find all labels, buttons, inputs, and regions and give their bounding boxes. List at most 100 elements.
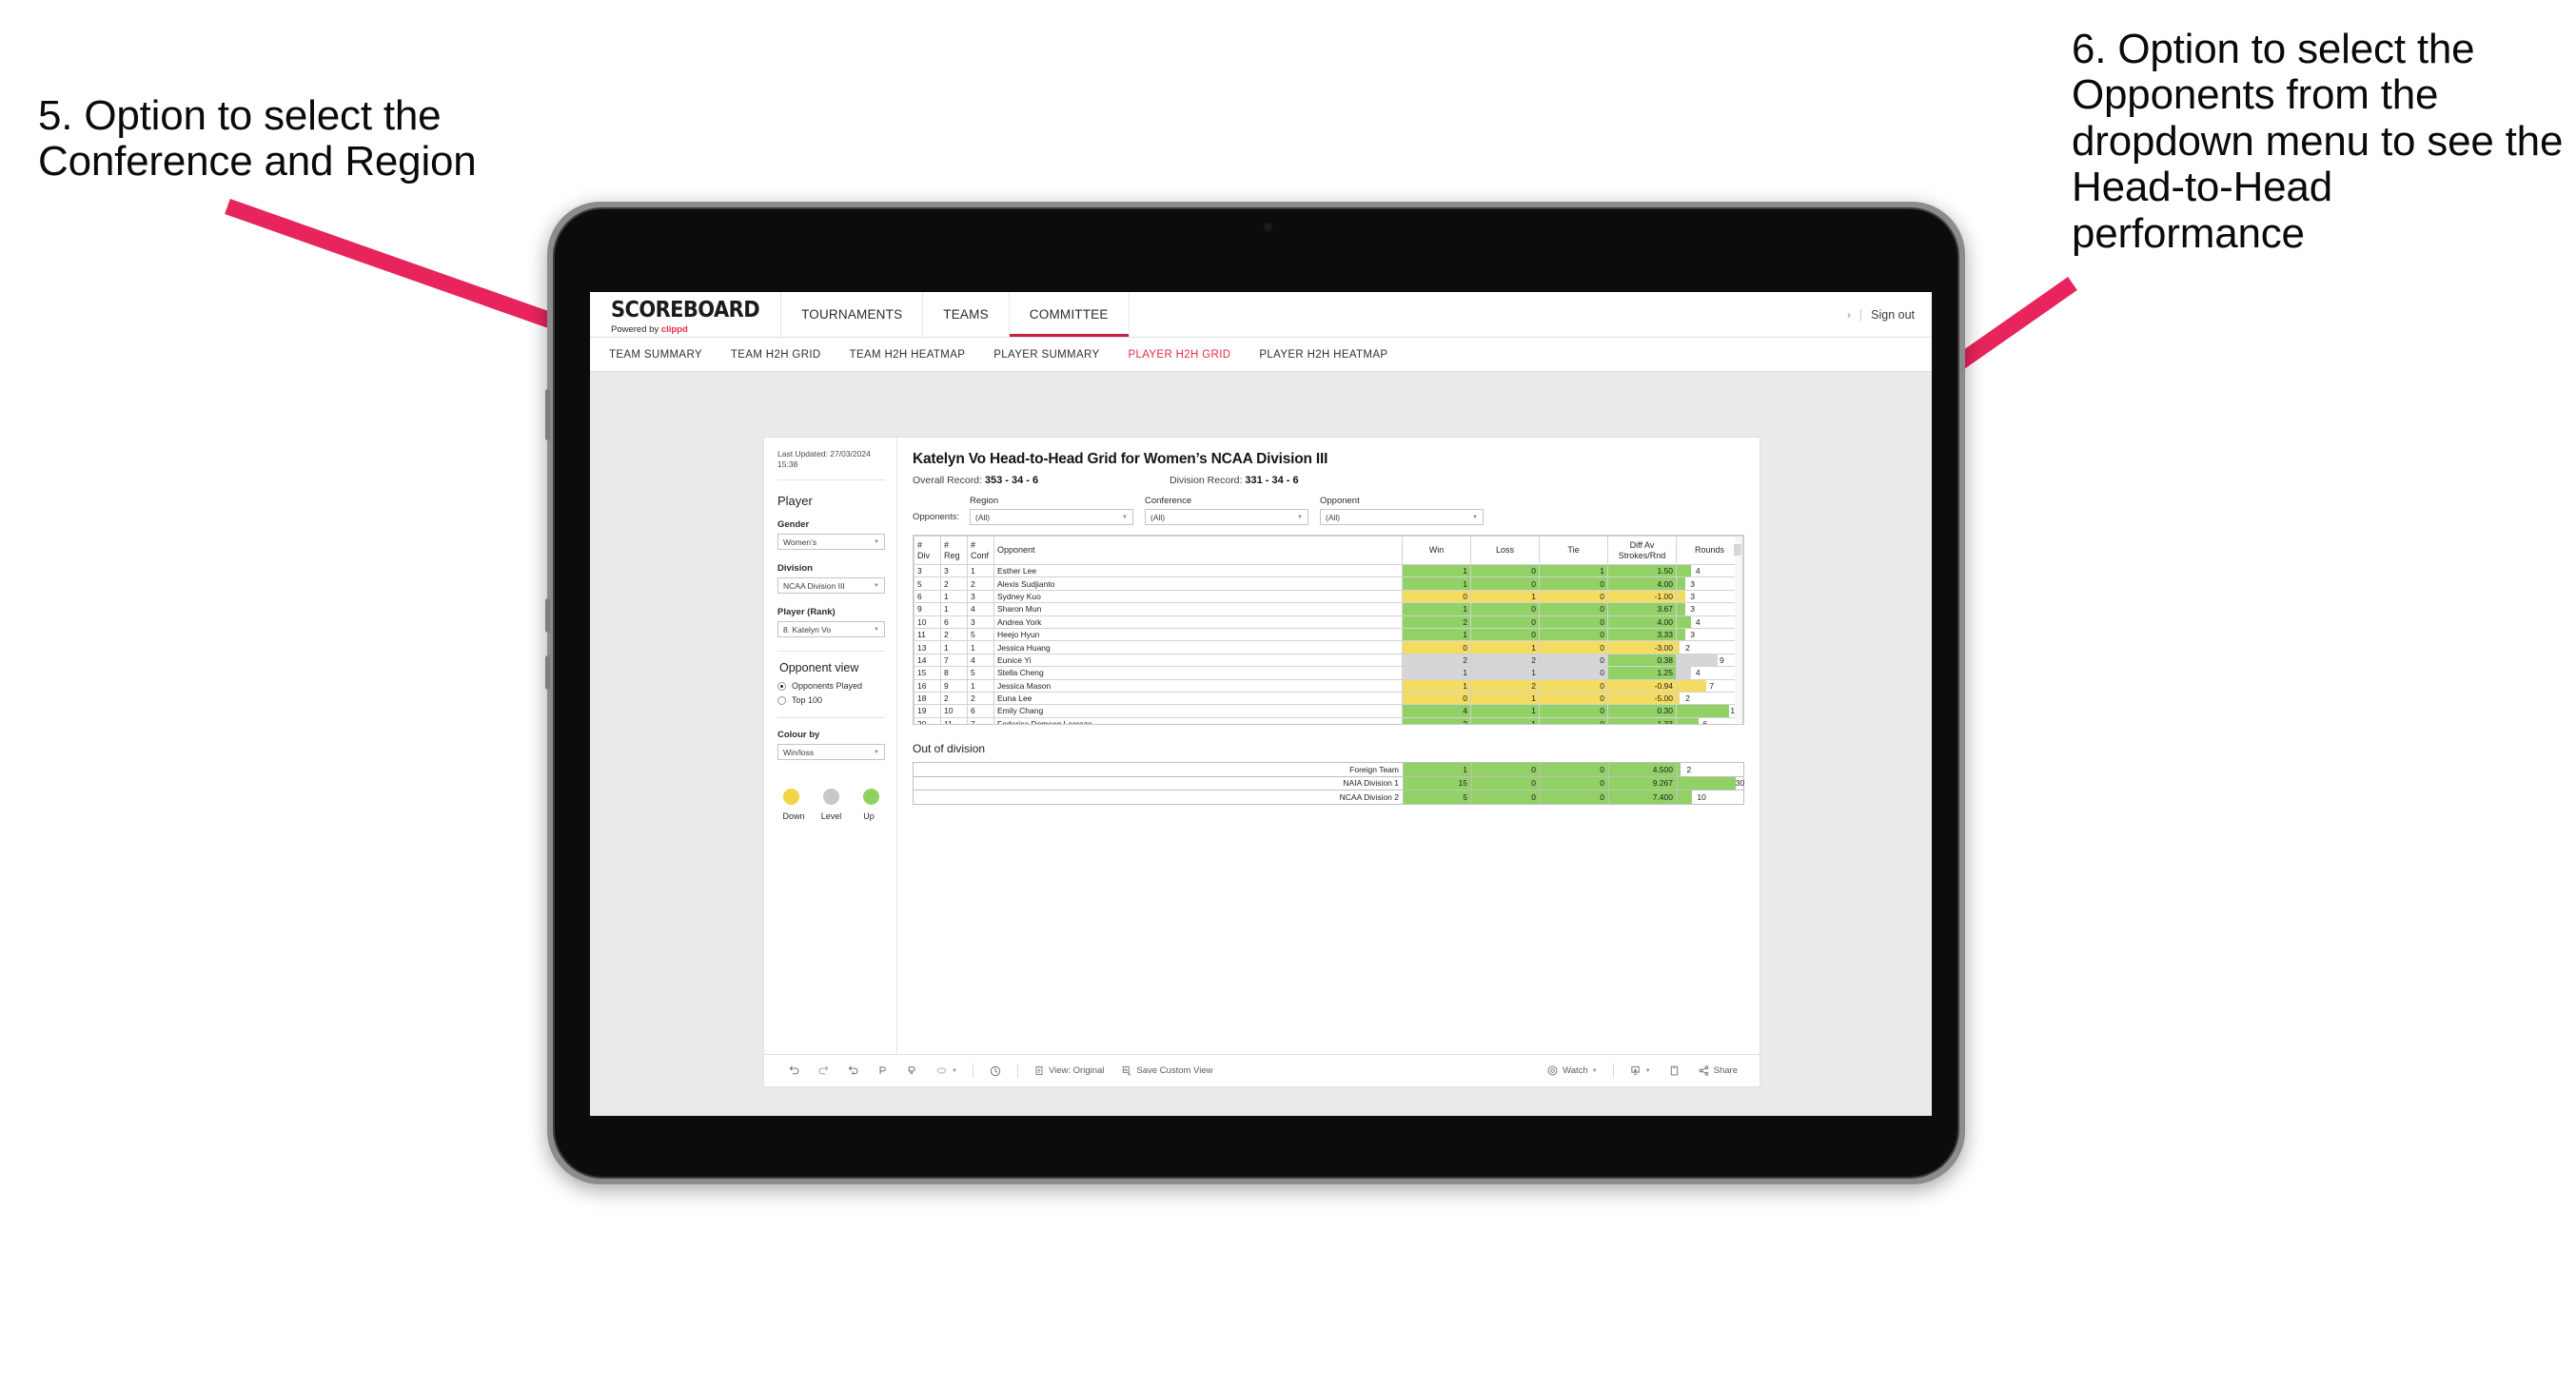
rounds-value: 30 <box>1735 778 1745 789</box>
refresh-data-button[interactable] <box>868 1064 897 1077</box>
table-row[interactable]: NCAA Division 2 5 0 0 7.400 10 <box>913 790 1744 805</box>
nav-item-teams[interactable]: TEAMS <box>923 292 1010 337</box>
subnav-item-player-summary[interactable]: PLAYER SUMMARY <box>993 349 1099 361</box>
opponent-value: (All) <box>1326 512 1341 522</box>
nav-item-committee[interactable]: COMMITTEE <box>1009 292 1130 337</box>
cell-win: 1 <box>1402 576 1471 591</box>
cell-diff: 9.267 <box>1608 775 1678 791</box>
pan-zoom-dropdown[interactable]: ▼ <box>927 1064 966 1077</box>
cell-div: 9 <box>914 602 941 616</box>
table-row[interactable]: 14 7 4 Eunice Yi 2 2 0 0.38 9 <box>914 653 1743 668</box>
col-div[interactable]: # Div <box>914 536 941 565</box>
nav-item-tournaments[interactable]: TOURNAMENTS <box>781 292 924 337</box>
region-select[interactable]: (All) ▼ <box>970 509 1133 525</box>
page-title: Katelyn Vo Head-to-Head Grid for Women’s… <box>913 451 1328 467</box>
table-scrollbar-thumb[interactable] <box>1734 544 1741 556</box>
table-row[interactable]: 6 1 3 Sydney Kuo 0 1 0 -1.00 3 <box>914 589 1743 604</box>
cell-loss: 1 <box>1470 691 1540 706</box>
subnav-item-team-summary[interactable]: TEAM SUMMARY <box>609 349 702 361</box>
rounds-bar <box>1677 654 1718 667</box>
cell-div: 3 <box>914 563 941 578</box>
table-row[interactable]: 15 8 5 Stella Cheng 1 1 0 1.25 4 <box>914 666 1743 680</box>
table-row[interactable]: 9 1 4 Sharon Mun 1 0 0 3.67 3 <box>914 602 1743 616</box>
cell-win: 0 <box>1402 640 1471 654</box>
radio-opponents-played[interactable]: Opponents Played <box>777 681 885 691</box>
conference-select[interactable]: (All) ▼ <box>1145 509 1308 525</box>
volume-up-button[interactable] <box>545 389 550 440</box>
cell-loss: 0 <box>1470 563 1540 578</box>
cell-tie: 0 <box>1539 602 1608 616</box>
table-scrollbar-track[interactable] <box>1734 537 1742 723</box>
subnav-item-team-h2h-grid[interactable]: TEAM H2H GRID <box>731 349 821 361</box>
redo-button[interactable] <box>809 1064 838 1077</box>
table-row[interactable]: 5 2 2 Alexis Sudjianto 1 0 0 4.00 3 <box>914 576 1743 591</box>
col-conf[interactable]: # Conf <box>967 536 994 565</box>
out-of-division-title: Out of division <box>913 742 986 755</box>
h2h-grid-container[interactable]: # Div # Reg # Conf Opponent Win Loss Tie Di… <box>913 535 1744 725</box>
show-hide-cards-button[interactable] <box>980 1064 1011 1078</box>
cell-conf: 3 <box>967 589 994 604</box>
col-loss[interactable]: Loss <box>1470 536 1540 565</box>
volume-down-button[interactable] <box>545 598 550 633</box>
cell-loss: 0 <box>1471 762 1541 777</box>
undo-button[interactable] <box>779 1064 809 1077</box>
cell-reg: 11 <box>940 716 968 724</box>
tablet-screen: SCOREBOARD Powered by clippd TOURNAMENTS… <box>590 292 1932 1116</box>
rounds-value: 3 <box>1690 630 1695 640</box>
cell-diff: -1.00 <box>1607 589 1677 604</box>
table-row[interactable]: 3 3 1 Esther Lee 1 0 1 1.50 4 <box>914 563 1743 578</box>
view-original-button[interactable]: View: Original <box>1025 1064 1112 1077</box>
chevron-right-icon[interactable]: › <box>1847 308 1851 322</box>
cell-rounds: 9 <box>1676 653 1743 668</box>
rounds-bar <box>1678 791 1693 804</box>
col-tie[interactable]: Tie <box>1539 536 1608 565</box>
player-rank-select[interactable]: 8. Katelyn Vo ▼ <box>777 621 885 638</box>
share-button[interactable]: Share <box>1689 1064 1746 1077</box>
pause-auto-update-button[interactable] <box>897 1064 927 1077</box>
table-row[interactable]: 11 2 5 Heejo Hyun 1 0 0 3.33 3 <box>914 627 1743 642</box>
gender-select[interactable]: Women’s ▼ <box>777 534 885 551</box>
table-row[interactable]: 18 2 2 Euna Lee 0 1 0 -5.00 2 <box>914 691 1743 706</box>
table-row[interactable]: 13 1 1 Jessica Huang 0 1 0 -3.00 2 <box>914 640 1743 654</box>
rounds-bar <box>1677 565 1692 577</box>
col-diff-av-strokes[interactable]: Diff Av Strokes/Rnd <box>1607 536 1677 565</box>
division-select[interactable]: NCAA Division III ▼ <box>777 577 885 595</box>
cell-diff: 0.30 <box>1607 704 1677 718</box>
col-opponent[interactable]: Opponent <box>993 536 1403 565</box>
revert-button[interactable] <box>838 1064 868 1077</box>
table-row[interactable]: 20 11 7 Federica Domecq Lacroze 2 1 0 1.33 6 <box>914 716 1743 724</box>
cell-conf: 4 <box>967 653 994 668</box>
power-button[interactable] <box>545 655 550 690</box>
cell-reg: 2 <box>940 691 968 706</box>
subnav-item-player-h2h-grid[interactable]: PLAYER H2H GRID <box>1128 349 1230 361</box>
table-row[interactable]: NAIA Division 1 15 0 0 9.267 30 <box>913 775 1745 791</box>
radio-top-100[interactable]: Top 100 <box>777 695 885 705</box>
opponent-select[interactable]: (All) ▼ <box>1320 509 1484 525</box>
save-custom-view-button[interactable]: Save Custom View <box>1112 1064 1221 1077</box>
cell-div: 18 <box>914 691 941 706</box>
table-row[interactable]: 19106Emily Chang4100.3011 <box>914 704 1743 718</box>
division-value: NCAA Division III <box>783 580 845 591</box>
watch-button[interactable]: Watch ▼ <box>1538 1064 1606 1077</box>
device-preview-button[interactable] <box>1660 1064 1689 1077</box>
sign-out-link[interactable]: Sign out <box>1871 308 1915 322</box>
download-button[interactable]: ▼ <box>1621 1064 1660 1077</box>
col-diff-l2: Strokes/Rnd <box>1618 550 1666 560</box>
col-rounds[interactable]: Rounds <box>1676 536 1743 565</box>
subnav-item-player-h2h-heatmap[interactable]: PLAYER H2H HEATMAP <box>1259 349 1387 361</box>
colour-by-select[interactable]: Win/loss ▼ <box>777 744 885 761</box>
subnav-item-team-h2h-heatmap[interactable]: TEAM H2H HEATMAP <box>850 349 966 361</box>
brand-logo[interactable]: SCOREBOARD Powered by clippd <box>590 292 782 337</box>
rounds-value: 4 <box>1695 668 1701 678</box>
col-win[interactable]: Win <box>1402 536 1471 565</box>
table-row[interactable]: 10 6 3 Andrea York 2 0 0 4.00 4 <box>914 615 1743 629</box>
player-rank-value: 8. Katelyn Vo <box>783 624 832 634</box>
col-reg[interactable]: # Reg <box>940 536 968 565</box>
sub-navigation: TEAM SUMMARY TEAM H2H GRID TEAM H2H HEAT… <box>590 338 1932 372</box>
legend-dots <box>777 789 885 806</box>
cell-tie: 0 <box>1539 615 1608 629</box>
table-row[interactable]: Foreign Team 1 0 0 4.500 2 <box>913 762 1744 777</box>
opponents-label: Opponents: <box>913 512 960 522</box>
cell-win: 1 <box>1402 666 1471 680</box>
table-row[interactable]: 16 9 1 Jessica Mason 1 2 0 -0.94 7 <box>914 678 1743 693</box>
